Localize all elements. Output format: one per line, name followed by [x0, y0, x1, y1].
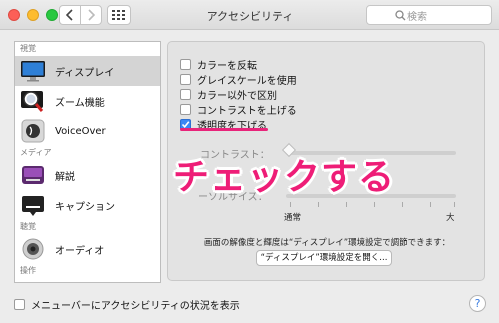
section-header-interaction: 操作 — [20, 266, 36, 275]
sidebar-item-display[interactable]: ディスプレイ — [15, 56, 160, 86]
speaker-icon — [20, 237, 46, 261]
slider-tick — [374, 202, 375, 207]
slider-max-label: 大 — [446, 213, 455, 223]
section-header-hearing: 聴覚 — [20, 222, 36, 231]
checkbox[interactable] — [180, 88, 191, 100]
checkbox[interactable] — [14, 299, 25, 310]
option-label: メニューバーにアクセシビリティの状況を表示 — [31, 301, 240, 312]
display-prefs-note: 画面の解像度と輝度は“ディスプレイ”環境設定で調節できます： — [203, 238, 451, 248]
window-title: アクセシビリティ — [206, 10, 294, 23]
sidebar-item-label: ディスプレイ — [55, 67, 115, 79]
sidebar-item-label: オーディオ — [55, 245, 105, 257]
search-placeholder: 検索 — [407, 11, 427, 23]
zoom-button[interactable] — [46, 9, 58, 21]
slider-tick — [402, 202, 403, 207]
sidebar-item-zoom[interactable]: ズーム機能 — [15, 86, 160, 116]
back-button[interactable] — [59, 5, 81, 25]
close-button[interactable] — [8, 9, 20, 21]
sidebar-item-label: キャプション — [55, 201, 115, 213]
zoom-icon — [20, 89, 46, 113]
sidebar-item-label: VoiceOver — [55, 125, 106, 137]
checkbox[interactable] — [180, 73, 191, 85]
option-label: カラー以外で区別 — [197, 90, 277, 102]
slider-tick — [318, 202, 319, 207]
slider-tick — [346, 202, 347, 207]
sidebar-item-label: 解説 — [55, 171, 75, 183]
option-label: グレイスケールを使用 — [197, 75, 297, 87]
chevron-right-icon — [88, 9, 95, 21]
chevron-left-icon — [66, 9, 73, 21]
help-button[interactable]: ? — [469, 295, 486, 312]
slider-tick — [290, 202, 291, 207]
option-label: カラーを反転 — [197, 60, 257, 72]
highlight-underline — [180, 128, 268, 131]
menubar-status-option[interactable]: メニューバーにアクセシビリティの状況を表示 — [14, 297, 240, 312]
display-icon — [20, 59, 46, 83]
open-display-prefs-button[interactable]: “ディスプレイ”環境設定を開く... — [256, 250, 392, 266]
checkbox[interactable] — [180, 103, 191, 115]
option-differentiate-without-color[interactable]: カラー以外で区別 — [180, 87, 277, 102]
grid-icon — [112, 10, 125, 20]
sidebar: 視覚 ディスプレイ ズーム機能 VoiceOver メディア 解説 キャプション… — [14, 41, 161, 283]
slider-tick — [454, 202, 455, 207]
voiceover-icon — [20, 119, 46, 143]
search-field[interactable]: 検索 — [366, 5, 492, 25]
sidebar-item-audio[interactable]: オーディオ — [15, 234, 160, 264]
slider-min-label: 通常 — [284, 213, 302, 223]
captions-icon — [20, 193, 46, 217]
show-all-button[interactable] — [107, 5, 131, 25]
annotation-overlay: チェックする — [173, 157, 396, 198]
option-increase-contrast[interactable]: コントラストを上げる — [180, 102, 297, 117]
option-invert-colors[interactable]: カラーを反転 — [180, 57, 257, 72]
title-bar: アクセシビリティ 検索 — [0, 0, 499, 30]
sidebar-item-label: ズーム機能 — [55, 97, 105, 109]
option-label: コントラストを上げる — [197, 105, 297, 117]
option-grayscale[interactable]: グレイスケールを使用 — [180, 72, 297, 87]
minimize-button[interactable] — [27, 9, 39, 21]
slider-tick — [430, 202, 431, 207]
descriptions-icon — [20, 163, 46, 187]
sidebar-item-captions[interactable]: キャプション — [15, 190, 160, 220]
forward-button[interactable] — [80, 5, 102, 25]
section-header-vision: 視覚 — [20, 44, 36, 53]
section-header-media: メディア — [20, 148, 52, 157]
checkbox[interactable] — [180, 58, 191, 70]
sidebar-item-voiceover[interactable]: VoiceOver — [15, 116, 160, 146]
sidebar-item-descriptions[interactable]: 解説 — [15, 160, 160, 190]
search-icon — [395, 10, 406, 21]
